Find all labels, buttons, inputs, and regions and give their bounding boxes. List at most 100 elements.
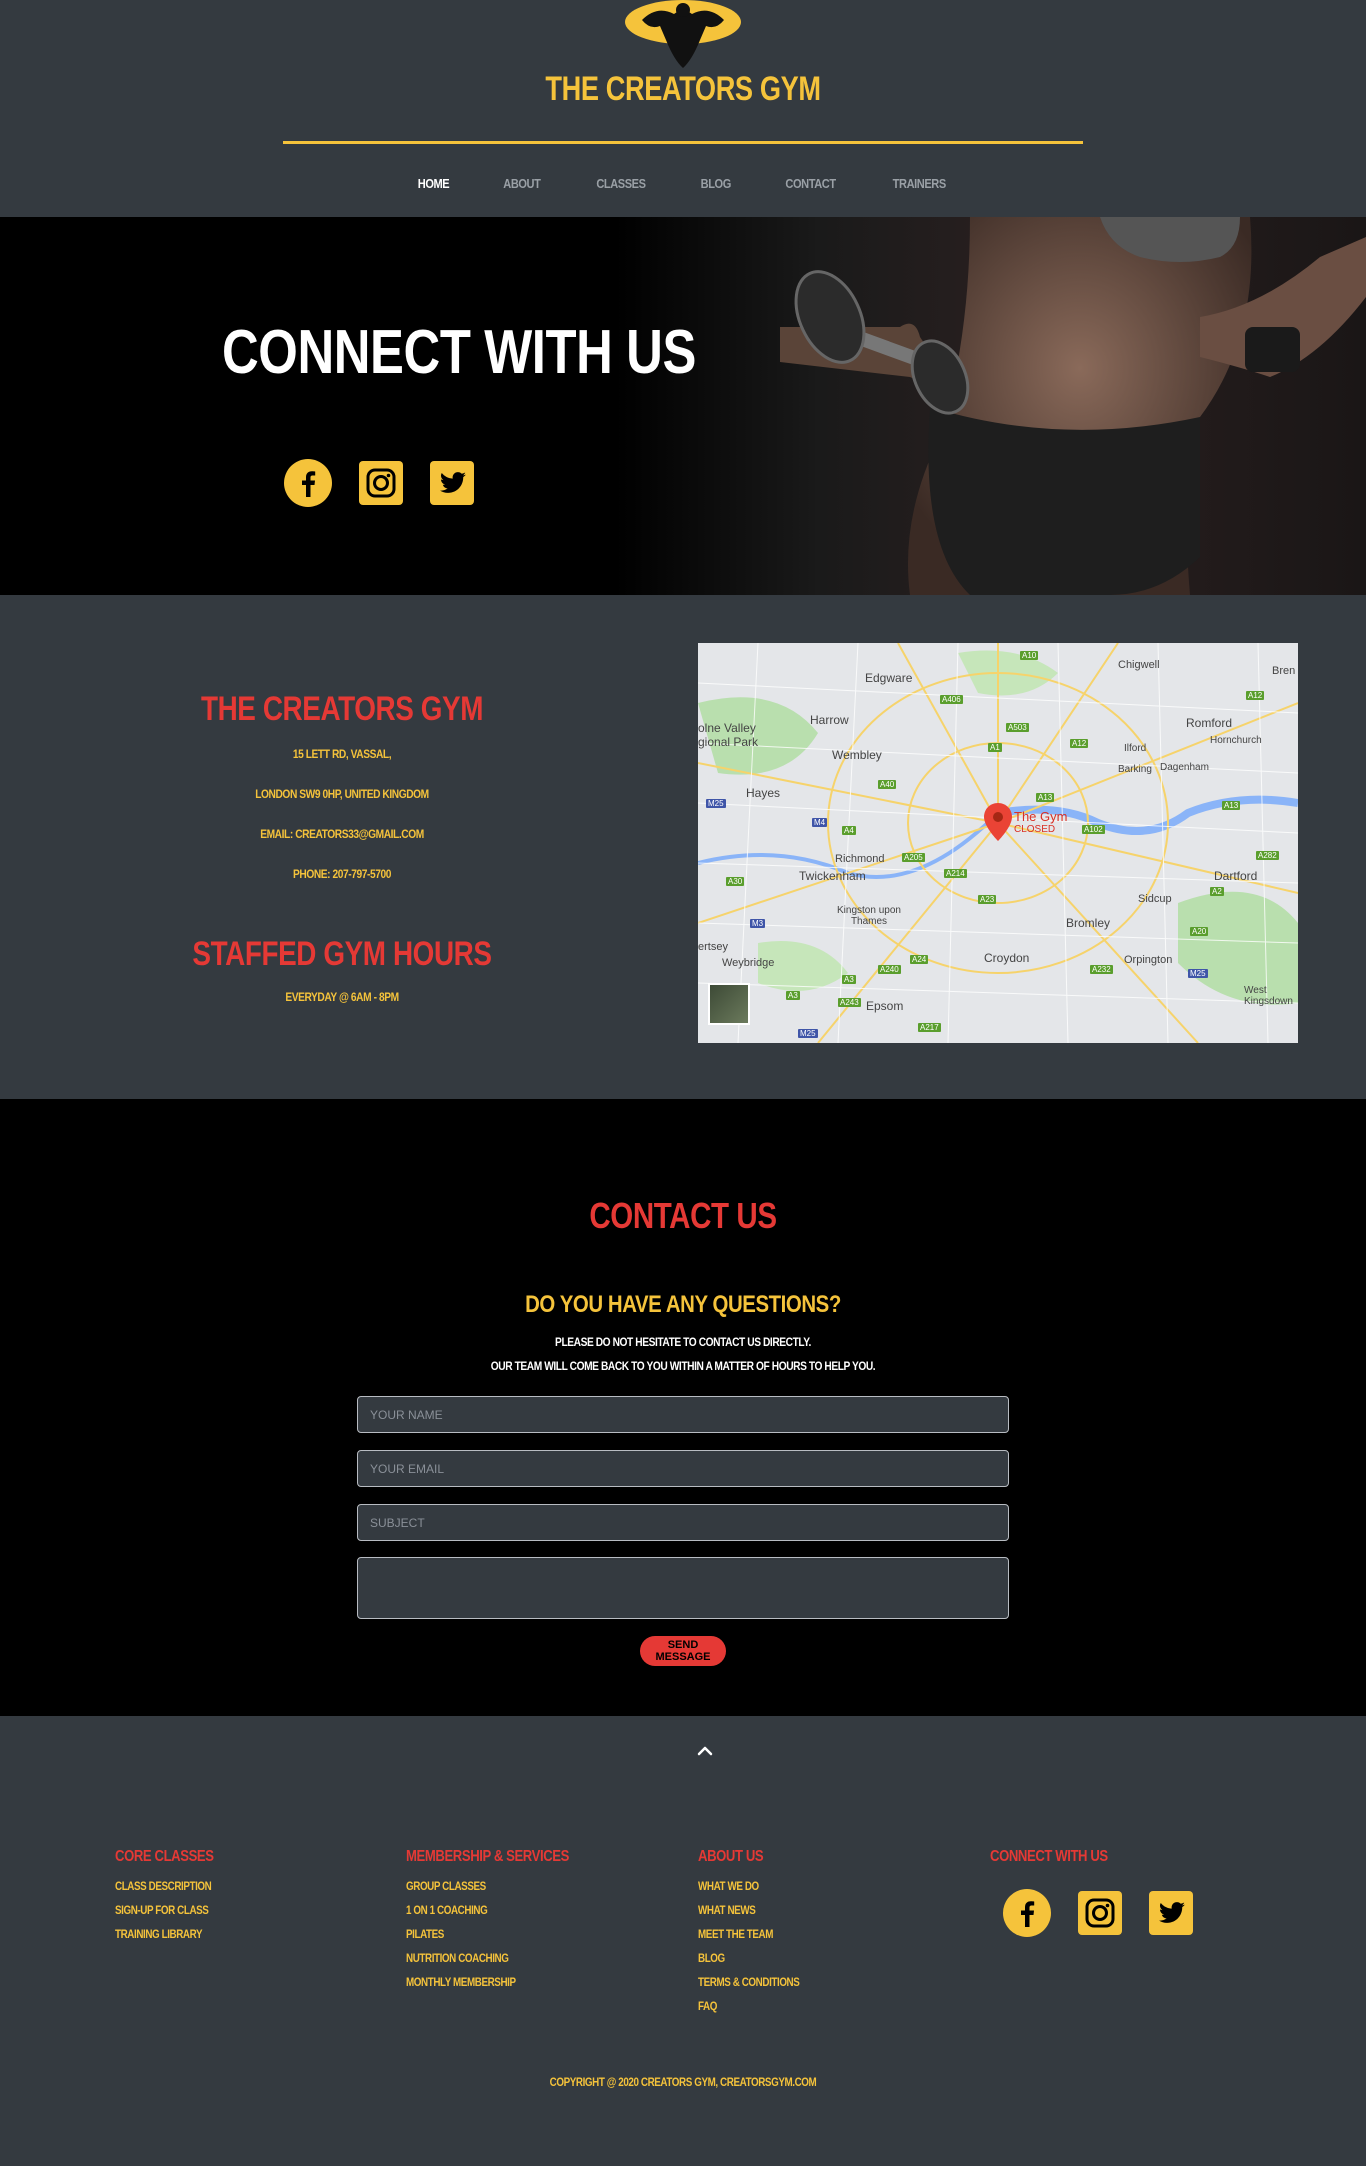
- nav-about[interactable]: ABOUT: [503, 176, 541, 191]
- map-label-barking: Barking: [1118, 764, 1152, 775]
- road-a240: A240: [878, 965, 901, 974]
- footer-col-membership: MEMBERSHIP & SERVICES GROUP CLASSES 1 ON…: [406, 1848, 605, 1994]
- map-label-chertsey: ertsey: [698, 941, 728, 953]
- footer-link[interactable]: WHAT NEWS: [698, 1898, 799, 1922]
- nav-contact[interactable]: CONTACT: [786, 176, 837, 191]
- map-label-orpington: Orpington: [1124, 954, 1173, 966]
- brand-title[interactable]: THE CREATORS GYM: [137, 70, 1230, 109]
- address-line-2: LONDON SW9 0HP, UNITED KINGDOM: [255, 787, 429, 801]
- main-nav: HOME ABOUT CLASSES BLOG CONTACT TRAINERS: [0, 176, 1366, 191]
- nav-classes[interactable]: CLASSES: [596, 176, 646, 191]
- footer-link[interactable]: TERMS & CONDITIONS: [698, 1970, 800, 1994]
- nav-home[interactable]: HOME: [418, 176, 450, 191]
- location-section: THE CREATORS GYM 15 LETT RD, VASSAL, LON…: [0, 595, 1366, 1099]
- map-pin-icon[interactable]: [984, 803, 1012, 841]
- map-label-dartford: Dartford: [1214, 869, 1258, 883]
- map-pin-status: CLOSED: [1014, 824, 1056, 835]
- map-label-harrow: Harrow: [810, 713, 849, 727]
- map-label-epsom: Epsom: [866, 999, 904, 1013]
- instagram-icon[interactable]: [1076, 1889, 1124, 1937]
- road-a4: A4: [842, 826, 856, 835]
- footer-link[interactable]: CLASS DESCRIPTION: [115, 1874, 214, 1898]
- chevron-up-icon[interactable]: [694, 1740, 716, 1762]
- bodybuilder-logo[interactable]: [622, 0, 744, 70]
- name-input[interactable]: [357, 1396, 1009, 1433]
- road-a13: A13: [1036, 793, 1055, 802]
- road-a102: A102: [1082, 825, 1105, 834]
- map-label-ilford: Ilford: [1124, 743, 1147, 754]
- email-input[interactable]: [357, 1450, 1009, 1487]
- road-a243: A243: [838, 998, 861, 1007]
- header-divider: [283, 141, 1083, 144]
- footer-link[interactable]: WHAT WE DO: [698, 1874, 799, 1898]
- copyright-text: COPYRIGHT @ 2020 CREATORS GYM, CREATORSG…: [549, 2075, 817, 2089]
- twitter-icon[interactable]: [1147, 1889, 1195, 1937]
- email-text[interactable]: EMAIL: CREATORS33@GMAIL.COM: [172, 827, 512, 841]
- map-background: [698, 643, 1298, 1043]
- address-line-1: 15 LETT RD, VASSAL,: [292, 747, 392, 761]
- footer-heading: CONNECT WITH US: [990, 1848, 1108, 1865]
- instagram-icon[interactable]: [357, 459, 405, 507]
- send-message-button[interactable]: SEND MESSAGE: [640, 1636, 726, 1666]
- facebook-icon[interactable]: [1003, 1889, 1051, 1937]
- road-a13-east: A13: [1222, 801, 1241, 810]
- facebook-icon[interactable]: [284, 459, 332, 507]
- footer-link[interactable]: SIGN-UP FOR CLASS: [115, 1898, 214, 1922]
- contact-title: CONTACT US: [589, 1195, 777, 1236]
- road-a20: A20: [1190, 927, 1209, 936]
- map-label-romford: Romford: [1186, 716, 1233, 730]
- footer-link[interactable]: NUTRITION COACHING: [406, 1946, 569, 1970]
- road-a217: A217: [918, 1023, 941, 1032]
- map-label-bromley: Bromley: [1066, 916, 1111, 930]
- nav-blog[interactable]: BLOG: [700, 176, 731, 191]
- footer-col-about: ABOUT US WHAT WE DO WHAT NEWS MEET THE T…: [698, 1848, 822, 2018]
- road-a12-east: A12: [1246, 691, 1265, 700]
- road-m3: M3: [750, 919, 766, 928]
- footer-heading: MEMBERSHIP & SERVICES: [406, 1848, 569, 1865]
- hours-title: STAFFED GYM HOURS: [192, 935, 492, 973]
- road-m25-south: M25: [798, 1029, 818, 1038]
- footer-link[interactable]: PILATES: [406, 1922, 569, 1946]
- hero-fitness-image: [780, 217, 1366, 595]
- map-label-edgware: Edgware: [865, 671, 913, 685]
- map-label-weybridge: Weybridge: [722, 957, 775, 969]
- road-m25-east: M25: [1188, 969, 1208, 978]
- hours-text: EVERYDAY @ 6AM - 8PM: [285, 990, 399, 1004]
- phone-text[interactable]: PHONE: 207-797-5700: [172, 867, 512, 881]
- footer-link[interactable]: BLOG: [698, 1946, 799, 1970]
- road-m4: M4: [812, 818, 828, 827]
- map-label-colne-valley: olne Valley: [698, 721, 756, 735]
- map-label-brentwood: Bren: [1272, 665, 1296, 677]
- footer-link[interactable]: 1 ON 1 COACHING: [406, 1898, 569, 1922]
- gym-info: THE CREATORS GYM 15 LETT RD, VASSAL, LON…: [142, 690, 542, 1004]
- footer-link[interactable]: MEET THE TEAM: [698, 1922, 799, 1946]
- contact-section: CONTACT US DO YOU HAVE ANY QUESTIONS? PL…: [0, 1099, 1366, 1716]
- nav-trainers[interactable]: TRAINERS: [893, 176, 947, 191]
- subject-input[interactable]: [357, 1504, 1009, 1541]
- map-label-sidcup: Sidcup: [1138, 893, 1172, 905]
- site-footer: CORE CLASSES CLASS DESCRIPTION SIGN-UP F…: [0, 1716, 1366, 2166]
- footer-link[interactable]: MONTHLY MEMBERSHIP: [406, 1970, 569, 1994]
- road-a282: A282: [1256, 851, 1279, 860]
- satellite-toggle[interactable]: [708, 983, 750, 1025]
- contact-text-1: PLEASE DO NOT HESITATE TO CONTACT US DIR…: [555, 1335, 811, 1349]
- message-textarea[interactable]: [357, 1557, 1009, 1619]
- footer-link[interactable]: FAQ: [698, 1994, 799, 2018]
- map-label-twickenham: Twickenham: [799, 869, 866, 883]
- road-a3-south: A3: [786, 991, 800, 1000]
- map-label-west-kingsdown: West Kingsdown: [1244, 985, 1293, 1007]
- road-a205: A205: [902, 853, 925, 862]
- map-label-richmond: Richmond: [835, 853, 885, 865]
- site-header: THE CREATORS GYM HOME ABOUT CLASSES BLOG…: [0, 0, 1366, 217]
- road-a3: A3: [842, 975, 856, 984]
- location-map[interactable]: Edgware Chigwell Harrow Romford Hornchur…: [698, 643, 1298, 1043]
- footer-link[interactable]: GROUP CLASSES: [406, 1874, 569, 1898]
- footer-link[interactable]: TRAINING LIBRARY: [115, 1922, 214, 1946]
- hero-banner: CONNECT WITH US: [0, 217, 1366, 595]
- footer-col-core-classes: CORE CLASSES CLASS DESCRIPTION SIGN-UP F…: [115, 1848, 235, 1946]
- map-label-croydon: Croydon: [984, 951, 1030, 965]
- map-label-hornchurch: Hornchurch: [1210, 735, 1262, 746]
- road-a40: A40: [878, 780, 897, 789]
- twitter-icon[interactable]: [428, 459, 476, 507]
- map-label-hayes: Hayes: [746, 786, 781, 800]
